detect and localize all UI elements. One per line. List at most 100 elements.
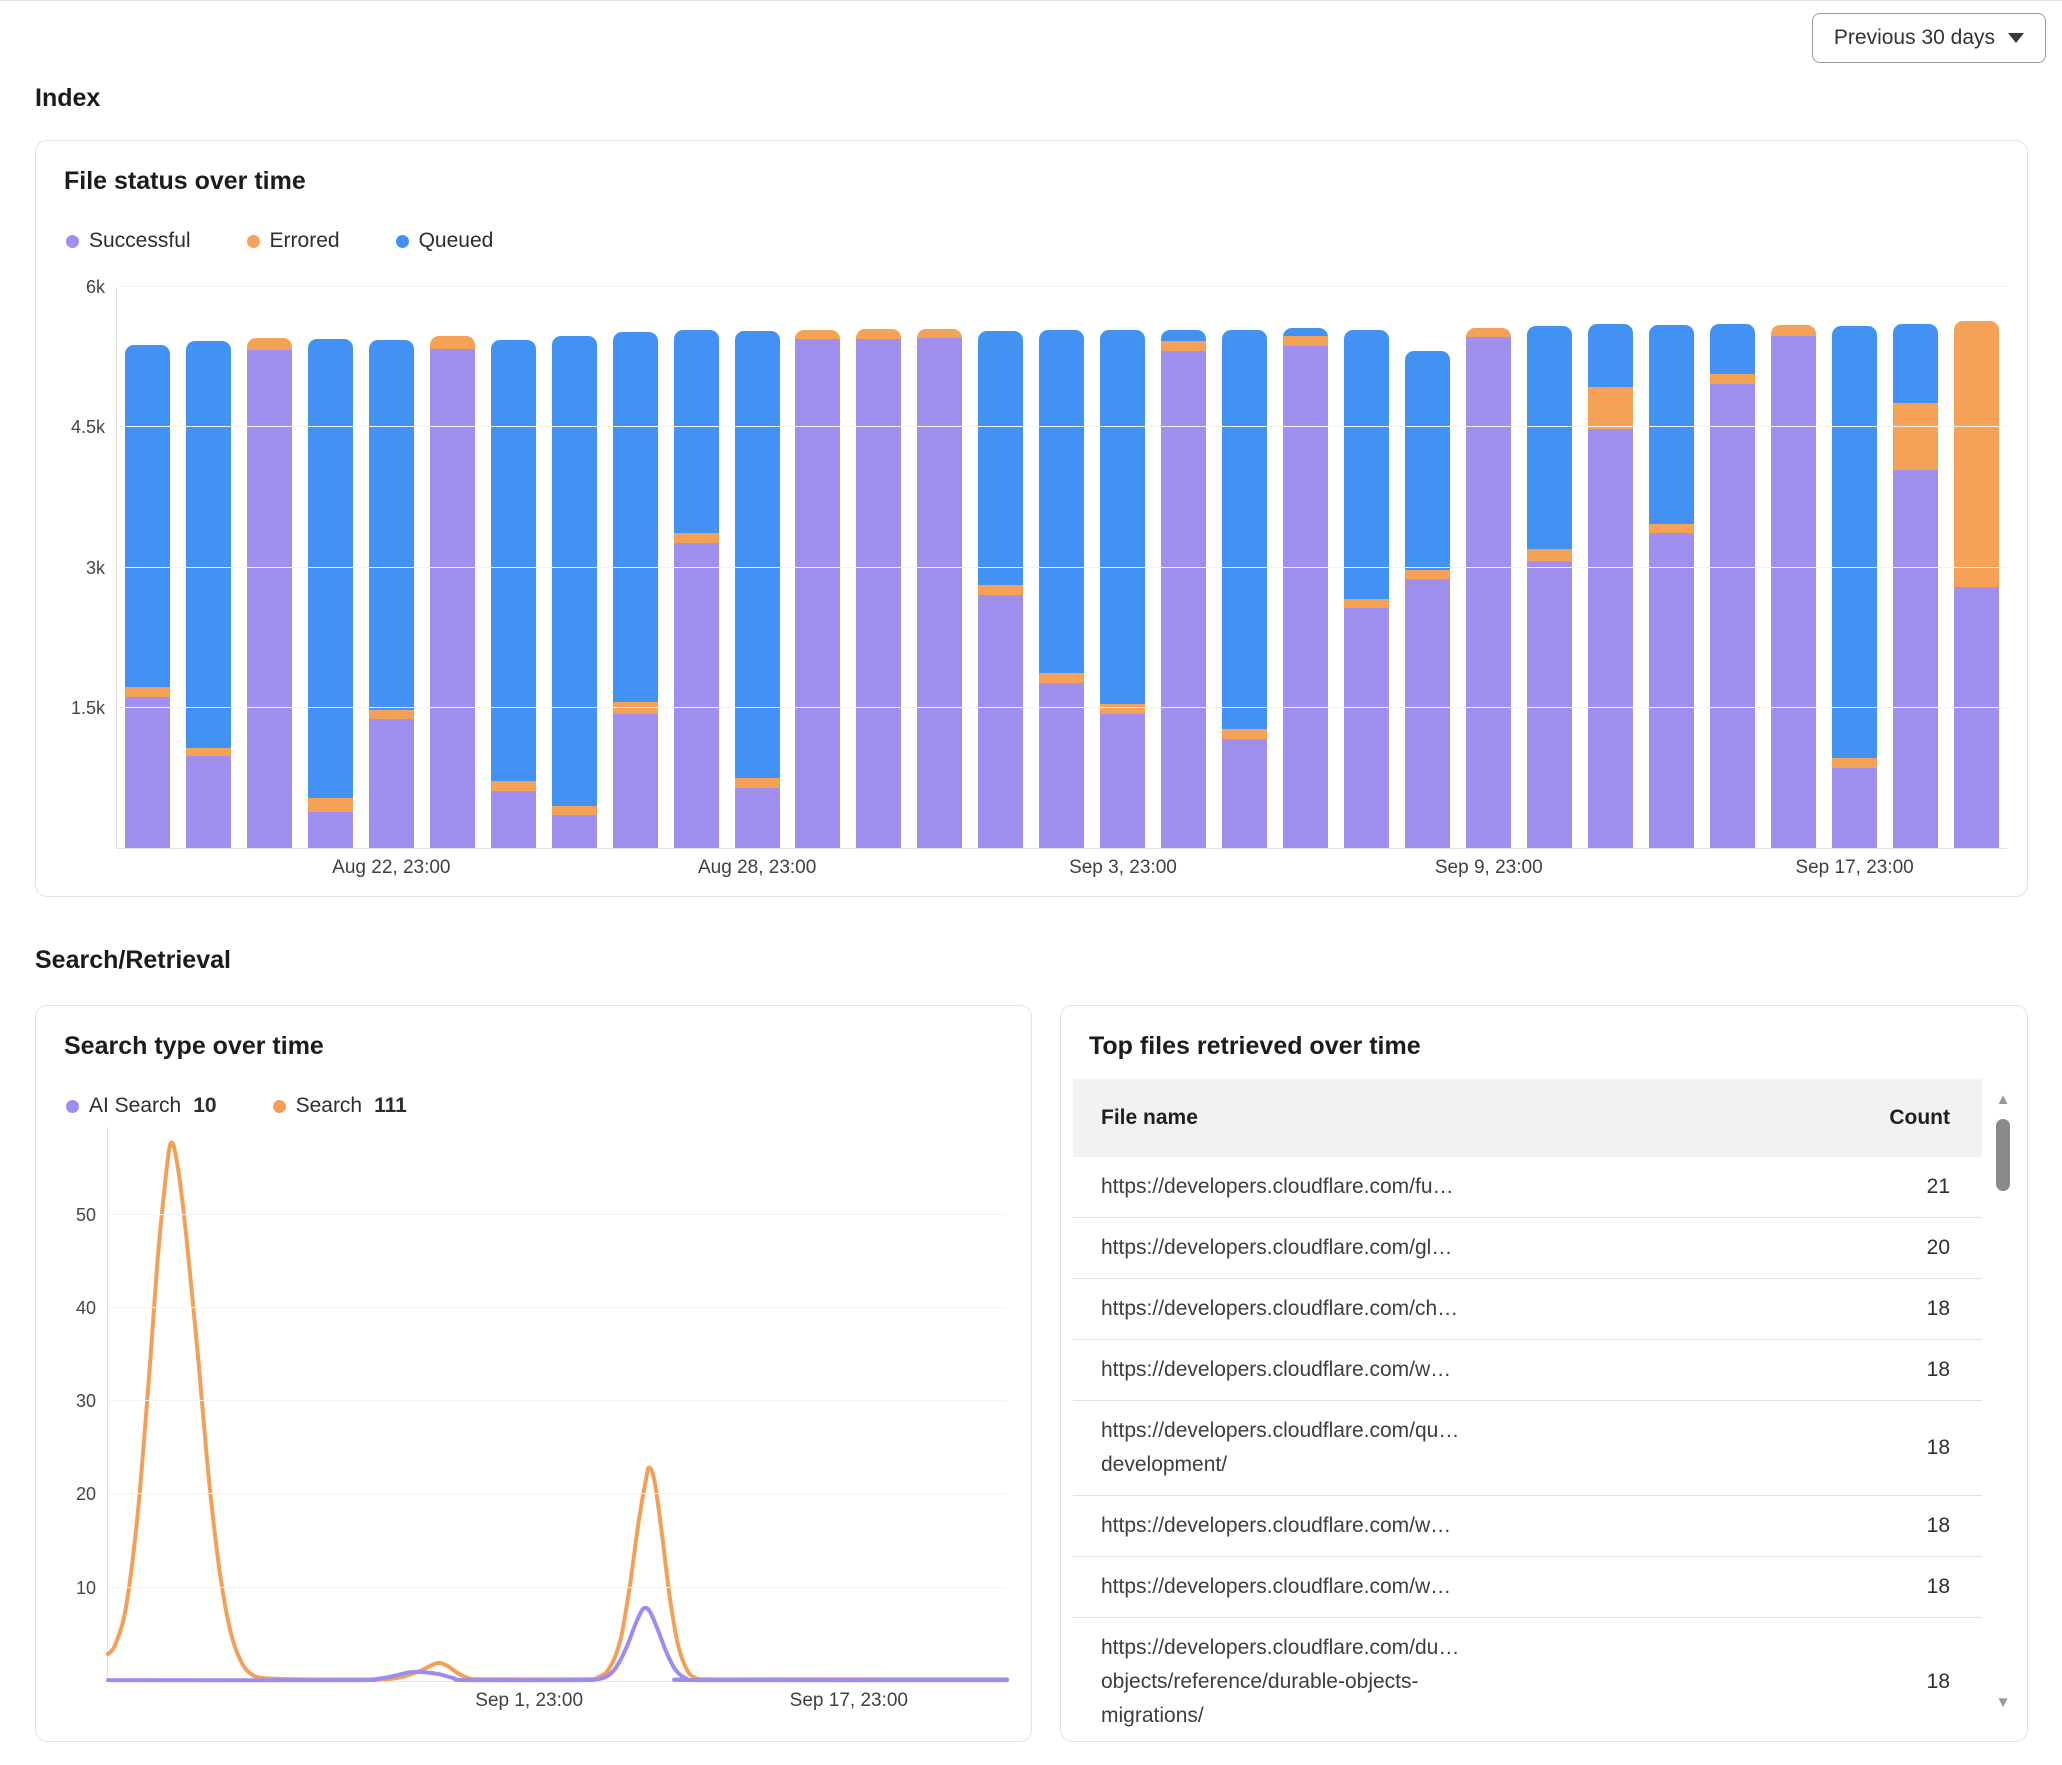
file-status-card: File status over time Successful Errored Q… [35, 140, 2028, 897]
file-name-cell: https://developers.cloudflare.com/gl… [1101, 1231, 1452, 1265]
stacked-bar[interactable] [978, 331, 1023, 848]
scrollbar-down-icon[interactable]: ▼ [1993, 1695, 2013, 1711]
legend-item-successful[interactable]: Successful [66, 229, 191, 253]
table-row: https://developers.cloudflare.com/du… ob… [1073, 1618, 1982, 1742]
legend-count: 111 [374, 1094, 407, 1118]
stacked-bar[interactable] [247, 338, 292, 848]
table-scrollbar: ▲ ▼ [1993, 1092, 2013, 1711]
bar-segment [674, 543, 719, 848]
bar-segment [430, 349, 475, 848]
bar-segment [1100, 714, 1145, 848]
gridline [108, 1493, 1006, 1494]
legend-item-queued[interactable]: Queued [396, 229, 494, 253]
scrollbar-up-icon[interactable]: ▲ [1993, 1092, 2013, 1108]
legend-label: Search [296, 1094, 363, 1118]
table-body: https://developers.cloudflare.com/fu…21 h… [1073, 1157, 1982, 1742]
stacked-bar[interactable] [1283, 328, 1328, 848]
bar-segment [1649, 524, 1694, 534]
stacked-bar[interactable] [795, 330, 840, 848]
top-divider [0, 0, 2062, 1]
stacked-bar[interactable] [735, 331, 780, 848]
legend-dot-icon [396, 235, 409, 248]
stacked-bar[interactable] [1649, 325, 1694, 848]
count-cell: 18 [1927, 1514, 1950, 1538]
stacked-bar[interactable] [308, 339, 353, 848]
scrollbar-thumb[interactable] [1996, 1119, 2010, 1191]
count-cell: 18 [1927, 1358, 1950, 1382]
bar-segment [674, 330, 719, 533]
search-type-legend: AI Search10 Search 111 [66, 1094, 407, 1118]
bar-segment [1588, 324, 1633, 387]
stacked-bar[interactable] [613, 332, 658, 848]
bar-segment [735, 788, 780, 848]
x-axis-tick-label: Sep 17, 23:00 [790, 1690, 908, 1712]
stacked-bar[interactable] [430, 336, 475, 848]
gridline [108, 1214, 1006, 1215]
x-axis-tick-label: Sep 1, 23:00 [475, 1690, 583, 1712]
stacked-bar[interactable] [1039, 330, 1084, 848]
bar-segment [1100, 704, 1145, 713]
legend-count: 10 [193, 1094, 216, 1118]
stacked-bar[interactable] [552, 336, 597, 848]
bar-segment [735, 331, 780, 778]
bar-segment [613, 702, 658, 713]
bar-segment [1222, 729, 1267, 739]
file-name-cell: https://developers.cloudflare.com/w… [1101, 1353, 1451, 1387]
stacked-bar[interactable] [1527, 326, 1572, 848]
count-cell: 18 [1927, 1670, 1950, 1694]
bar-segment [1344, 330, 1389, 599]
stacked-bar[interactable] [1954, 321, 1999, 848]
y-axis-tick-label: 40 [56, 1298, 96, 1318]
legend-item-ai-search[interactable]: AI Search10 [66, 1094, 217, 1118]
table-row: https://developers.cloudflare.com/fu…21 [1073, 1157, 1982, 1218]
stacked-bar[interactable] [369, 340, 414, 848]
bar-segment [369, 710, 414, 719]
bar-segment [491, 781, 536, 790]
section-title-index: Index [35, 84, 100, 113]
legend-item-search[interactable]: Search 111 [273, 1094, 407, 1118]
stacked-bar[interactable] [1771, 325, 1816, 848]
bar-segment [552, 815, 597, 848]
date-range-button[interactable]: Previous 30 days [1812, 13, 2046, 63]
bar-segment [1405, 579, 1450, 848]
stacked-bar[interactable] [186, 341, 231, 848]
bar-segment [856, 329, 901, 339]
section-title-search-retrieval: Search/Retrieval [35, 946, 231, 975]
stacked-bar[interactable] [1344, 330, 1389, 848]
stacked-bar[interactable] [1466, 328, 1511, 848]
stacked-bar[interactable] [1893, 324, 1938, 848]
stacked-bar[interactable] [1832, 326, 1877, 848]
bar-segment [674, 533, 719, 542]
stacked-bar[interactable] [1161, 330, 1206, 848]
y-axis-tick-label: 1.5k [53, 698, 105, 718]
bar-segment [1954, 587, 1999, 848]
file-status-bar-plot: Aug 22, 23:00Aug 28, 23:00Sep 3, 23:00Se… [116, 288, 2007, 849]
stacked-bar[interactable] [1100, 330, 1145, 848]
bar-segment [186, 756, 231, 848]
bar-segment [125, 687, 170, 697]
stacked-bar[interactable] [1588, 324, 1633, 848]
bar-segment [308, 812, 353, 848]
bar-segment [978, 331, 1023, 585]
bar-segment [1100, 330, 1145, 705]
bar-segment [1527, 326, 1572, 549]
bar-segment [613, 332, 658, 702]
gridline [108, 1587, 1006, 1588]
legend-item-errored[interactable]: Errored [247, 229, 340, 253]
bar-segment [735, 778, 780, 788]
bar-segment [1893, 324, 1938, 403]
stacked-bar[interactable] [1222, 330, 1267, 848]
bar-segment [247, 350, 292, 848]
y-axis-tick-label: 30 [56, 1391, 96, 1411]
stacked-bar[interactable] [491, 340, 536, 848]
stacked-bar[interactable] [674, 330, 719, 848]
file-status-card-title: File status over time [64, 167, 306, 196]
file-name-cell: https://developers.cloudflare.com/du… ob… [1101, 1631, 1459, 1733]
stacked-bar[interactable] [917, 329, 962, 848]
stacked-bar[interactable] [125, 345, 170, 848]
legend-dot-icon [273, 1100, 286, 1113]
table-row: https://developers.cloudflare.com/w…18 [1073, 1557, 1982, 1618]
stacked-bar[interactable] [856, 329, 901, 848]
y-axis-tick-label: 4.5k [53, 417, 105, 437]
stacked-bar[interactable] [1710, 324, 1755, 848]
